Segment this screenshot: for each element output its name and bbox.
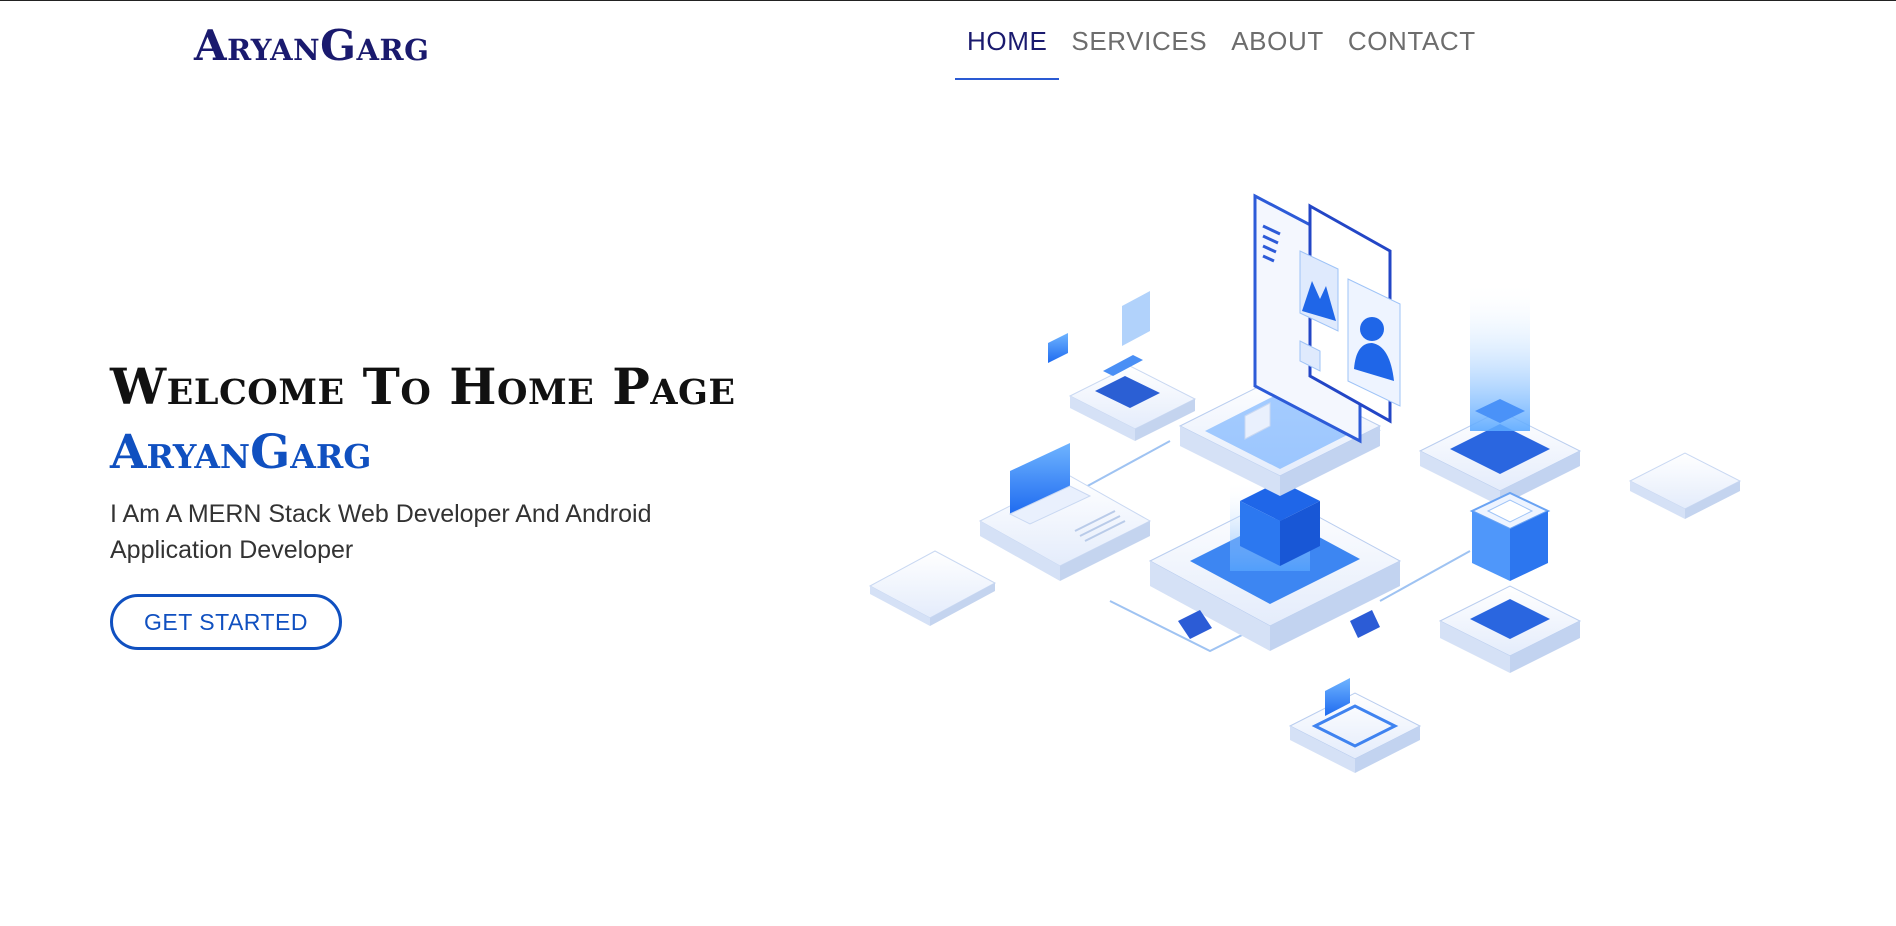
bottom-module xyxy=(1288,678,1422,773)
plate-left xyxy=(868,550,997,626)
nav-about[interactable]: About xyxy=(1219,1,1336,81)
hero-title: Welcome To Home Page xyxy=(110,357,736,416)
nav-home[interactable]: Home xyxy=(955,1,1060,81)
get-started-button[interactable]: Get Started xyxy=(110,594,342,650)
nav-services[interactable]: Services xyxy=(1059,1,1219,81)
hero-section: Welcome To Home Page AryanGarg I Am A ME… xyxy=(110,356,750,650)
nav-contact[interactable]: Contact xyxy=(1336,1,1488,81)
hero-subtitle: I Am A MERN Stack Web Developer And Andr… xyxy=(110,500,652,564)
stack-module xyxy=(1438,491,1582,673)
page: AryanGarg Home Services About Contact We… xyxy=(0,0,1896,926)
isometric-tech-network-illustration xyxy=(860,181,1760,811)
card-module xyxy=(1048,291,1197,441)
central-tower xyxy=(1148,375,1402,651)
nav-links: Home Services About Contact xyxy=(955,1,1488,81)
brand-logo[interactable]: AryanGarg xyxy=(194,21,429,70)
hero-name: AryanGarg xyxy=(110,425,372,480)
navbar: AryanGarg Home Services About Contact xyxy=(0,1,1896,91)
laptop-module xyxy=(978,443,1152,581)
beam-tower xyxy=(1418,281,1582,506)
plate-right xyxy=(1628,452,1742,519)
